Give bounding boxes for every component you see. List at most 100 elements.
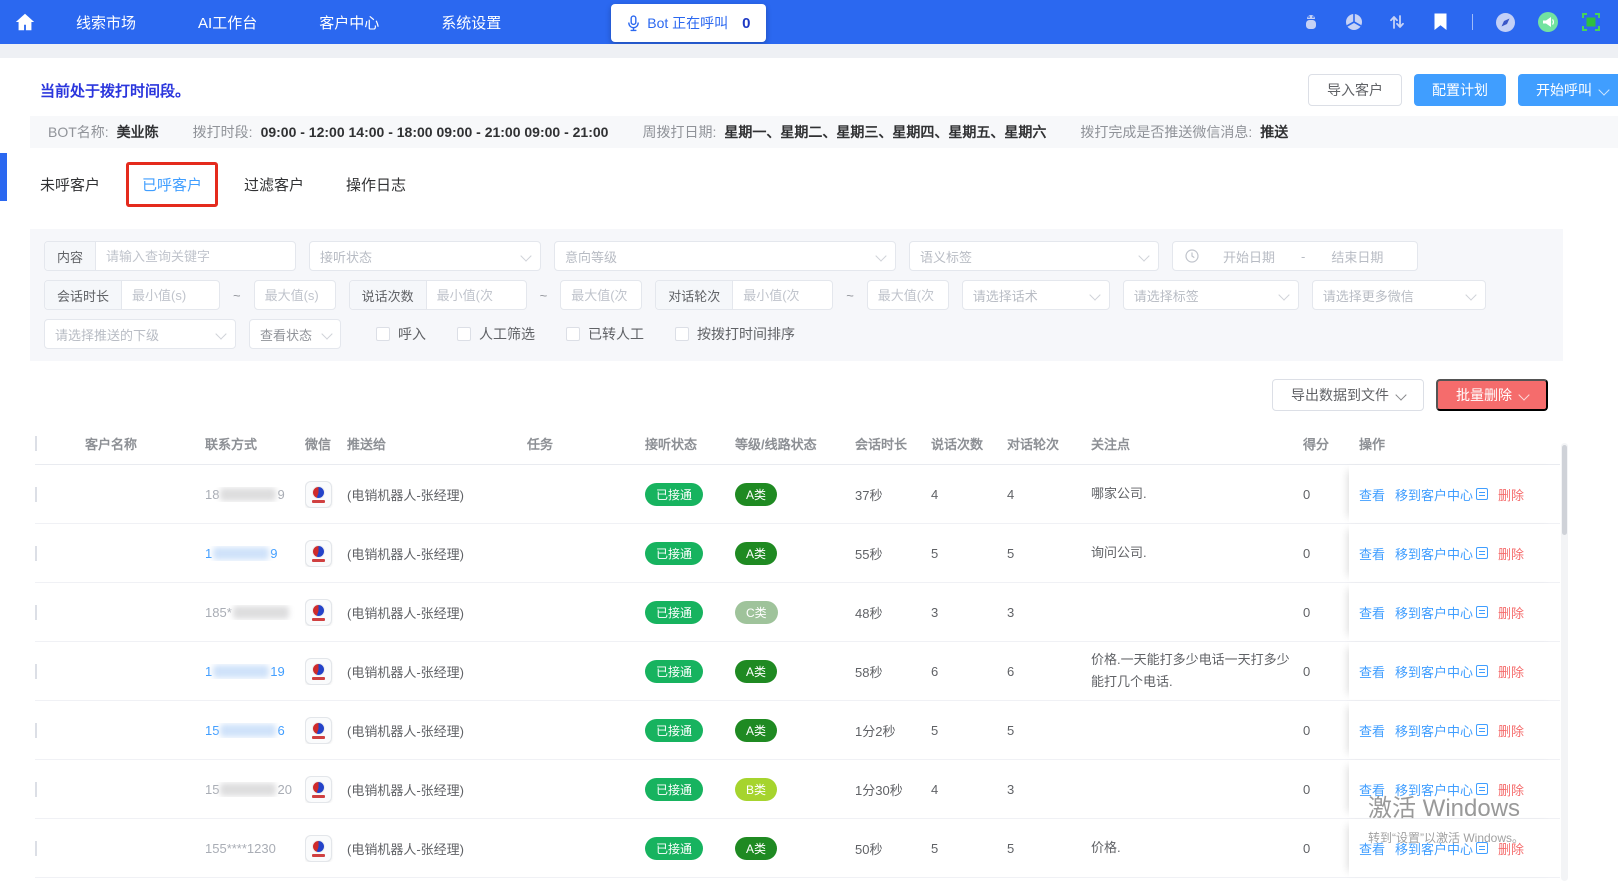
row-checkbox[interactable] — [35, 722, 37, 738]
script-select[interactable]: 请选择话术 — [961, 280, 1110, 310]
wechat-icon[interactable] — [305, 480, 332, 508]
row-checkbox[interactable] — [35, 545, 37, 561]
wechat-icon[interactable] — [305, 539, 332, 567]
delete-action[interactable]: 删除 — [1498, 544, 1524, 563]
keyword-input[interactable] — [96, 248, 295, 264]
bookmark-icon[interactable] — [1429, 11, 1451, 33]
nav-item-lead-market[interactable]: 线索市场 — [76, 12, 136, 33]
move-to-customer-center-action[interactable]: 移到客户中心 — [1395, 780, 1489, 799]
duration-min-input[interactable] — [122, 287, 219, 303]
wechat-icon[interactable] — [305, 775, 332, 803]
export-data-button[interactable]: 导出数据到文件 — [1272, 379, 1424, 411]
duration-max-input[interactable] — [254, 287, 335, 303]
turns-max-input[interactable] — [867, 287, 948, 303]
move-to-customer-center-action[interactable]: 移到客户中心 — [1395, 662, 1489, 681]
contact-phone[interactable]: 155****1230 — [205, 841, 276, 856]
delete-action[interactable]: 删除 — [1498, 839, 1524, 858]
row-checkbox[interactable] — [35, 486, 37, 502]
more-wechat-select[interactable]: 请选择更多微信 — [1311, 280, 1486, 310]
nav-item-system-settings[interactable]: 系统设置 — [441, 12, 501, 33]
pushed-to-cell: (电销机器人-张经理) — [347, 723, 464, 739]
compass-icon[interactable] — [1494, 11, 1516, 33]
move-to-customer-center-action[interactable]: 移到客户中心 — [1395, 544, 1489, 563]
delete-action[interactable]: 删除 — [1498, 662, 1524, 681]
contact-phone[interactable]: 18 9 — [205, 487, 285, 502]
delete-action[interactable]: 删除 — [1498, 721, 1524, 740]
move-to-customer-center-action[interactable]: 移到客户中心 — [1395, 721, 1489, 740]
speak-count-cell: 4 — [931, 486, 939, 502]
checkbox-sort-by-dial-time[interactable]: 按拨打时间排序 — [675, 324, 795, 344]
configure-plan-button[interactable]: 配置计划 — [1414, 74, 1506, 106]
row-checkbox[interactable] — [35, 604, 37, 620]
turns-cell: 3 — [1007, 781, 1015, 797]
answer-status-placeholder: 接听状态 — [320, 249, 373, 265]
speak-count-min-input[interactable] — [426, 287, 526, 303]
tab-uncalled-customers[interactable]: 未呼客户 — [40, 174, 100, 195]
row-checkbox[interactable] — [35, 781, 37, 797]
view-status-select[interactable]: 查看状态 — [249, 319, 341, 349]
move-to-customer-center-action[interactable]: 移到客户中心 — [1395, 485, 1489, 504]
delete-action[interactable]: 删除 — [1498, 780, 1524, 799]
semantic-tag-placeholder: 语义标签 — [920, 249, 973, 265]
nav-item-ai-workbench[interactable]: AI工作台 — [198, 12, 257, 33]
start-calling-button[interactable]: 开始呼叫 — [1518, 74, 1618, 106]
checkbox-manual-filter[interactable]: 人工筛选 — [457, 324, 535, 344]
select-all-checkbox[interactable] — [35, 436, 37, 451]
semantic-tag-select[interactable]: 语义标签 — [909, 241, 1159, 271]
contact-phone[interactable]: 1 19 — [205, 664, 285, 679]
aperture-icon[interactable] — [1343, 11, 1365, 33]
batch-delete-button[interactable]: 批量删除 — [1436, 379, 1548, 411]
home-icon[interactable] — [12, 9, 38, 35]
vertical-scrollbar[interactable] — [1561, 443, 1568, 881]
sort-arrows-icon[interactable] — [1386, 11, 1408, 33]
contact-phone[interactable]: 185* — [205, 605, 290, 620]
speak-count-max-input[interactable] — [561, 287, 642, 303]
pushed-to-cell: (电销机器人-张经理) — [347, 841, 464, 857]
contact-phone[interactable]: 19 — [205, 546, 277, 561]
delete-action[interactable]: 删除 — [1498, 603, 1524, 622]
megaphone-icon[interactable] — [1537, 11, 1559, 33]
checkbox-transferred[interactable]: 已转人工 — [566, 324, 644, 344]
date-range-picker[interactable]: 开始日期 - 结束日期 — [1172, 241, 1418, 271]
wechat-icon[interactable] — [305, 598, 332, 626]
wechat-icon[interactable] — [305, 657, 332, 685]
tab-operation-log[interactable]: 操作日志 — [346, 174, 406, 195]
tag-select[interactable]: 请选择标签 — [1122, 280, 1299, 310]
export-data-label: 导出数据到文件 — [1291, 387, 1389, 403]
tab-filtered-customers[interactable]: 过滤客户 — [244, 174, 304, 195]
view-action[interactable]: 查看 — [1359, 780, 1385, 799]
view-action[interactable]: 查看 — [1359, 721, 1385, 740]
contact-phone[interactable]: 15 6 — [205, 723, 285, 738]
nav-item-customer-center[interactable]: 客户中心 — [319, 12, 379, 33]
speak-count-label: 说话次数 — [349, 281, 427, 309]
checkbox-inbound-call[interactable]: 呼入 — [376, 324, 426, 344]
row-actions: 查看 移到客户中心 删除 — [1349, 760, 1560, 818]
turns-min-input[interactable] — [733, 287, 833, 303]
wechat-icon[interactable] — [305, 716, 332, 744]
robot-icon[interactable] — [1300, 11, 1322, 33]
row-checkbox[interactable] — [35, 840, 37, 856]
bot-calling-button[interactable]: Bot 正在呼叫 0 — [611, 4, 767, 42]
wechat-icon[interactable] — [305, 834, 332, 862]
tab-called-customers[interactable]: 已呼客户 — [126, 162, 219, 207]
delete-action[interactable]: 删除 — [1498, 485, 1524, 504]
answer-status-badge: 已接通 — [645, 482, 704, 506]
view-action[interactable]: 查看 — [1359, 544, 1385, 563]
view-action[interactable]: 查看 — [1359, 662, 1385, 681]
view-action[interactable]: 查看 — [1359, 603, 1385, 622]
move-to-customer-center-action[interactable]: 移到客户中心 — [1395, 603, 1489, 622]
subordinate-select[interactable]: 请选择推送的下级 — [44, 319, 236, 349]
move-to-customer-center-action[interactable]: 移到客户中心 — [1395, 839, 1489, 858]
pushed-to-cell: (电销机器人-张经理) — [347, 782, 464, 798]
fullscreen-icon[interactable] — [1580, 11, 1602, 33]
chevron-down-icon — [521, 252, 530, 261]
answer-status-select[interactable]: 接听状态 — [309, 241, 541, 271]
view-action[interactable]: 查看 — [1359, 839, 1385, 858]
col-actions: 操作 — [1359, 437, 1386, 452]
scrollbar-thumb[interactable] — [1562, 445, 1567, 535]
row-checkbox[interactable] — [35, 663, 37, 679]
view-action[interactable]: 查看 — [1359, 485, 1385, 504]
import-customers-button[interactable]: 导入客户 — [1308, 74, 1402, 106]
contact-phone[interactable]: 15 20 — [205, 782, 292, 797]
intent-level-select[interactable]: 意向等级 — [554, 241, 896, 271]
